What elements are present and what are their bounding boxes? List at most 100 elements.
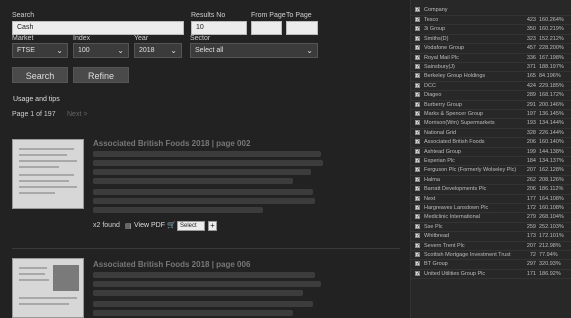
company-name[interactable]: Severn Trent Plc — [424, 242, 524, 250]
usage-tips-link[interactable]: Usage and tips — [13, 96, 60, 103]
company-checkbox[interactable]: ✓ — [415, 45, 420, 51]
company-checkbox[interactable]: ✓ — [415, 186, 420, 192]
company-checkbox[interactable]: ✓ — [415, 205, 420, 211]
company-row[interactable]: ✓ Marks & Spencer Group 197 136.145% — [411, 110, 571, 120]
company-name[interactable]: Mediclinic International — [424, 213, 524, 221]
result-title[interactable]: Associated British Foods 2018 | page 002 — [93, 139, 250, 148]
company-row[interactable]: ✓ Whitbread 173 172.101% — [411, 232, 571, 242]
company-row[interactable]: ✓ DCC 424 229.185% — [411, 82, 571, 92]
company-row[interactable]: ✓ Severn Trent Plc 207 212.98% — [411, 242, 571, 251]
company-row[interactable]: ✓ Experian Plc 184 134.137% — [411, 157, 571, 167]
company-name[interactable]: Smiths(D) — [424, 35, 524, 43]
result-thumbnail[interactable] — [12, 139, 84, 209]
company-name[interactable]: Whitbread — [424, 232, 524, 240]
company-checkbox[interactable]: ✓ — [415, 54, 420, 60]
search-button[interactable]: Search — [12, 67, 68, 83]
company-checkbox[interactable]: ✓ — [415, 176, 420, 182]
to-page-input[interactable] — [286, 21, 318, 35]
company-row[interactable]: ✓ Royal Mail Plc 336 167.198% — [411, 54, 571, 63]
result-title[interactable]: Associated British Foods 2018 | page 006 — [93, 260, 250, 269]
results-no-input[interactable]: 10 — [191, 21, 247, 35]
company-row[interactable]: ✓ Barratt Developments Plc 206 186.112% — [411, 185, 571, 195]
company-row[interactable]: ✓ Ashtead Group 199 144.138% — [411, 148, 571, 157]
company-name[interactable]: DCC — [424, 82, 524, 90]
company-checkbox[interactable]: ✓ — [415, 92, 420, 98]
company-name[interactable]: United Utilities Group Plc — [424, 270, 524, 278]
company-name[interactable]: Sainsbury(J) — [424, 63, 524, 71]
index-select[interactable]: 100 ⌄ — [73, 43, 129, 58]
company-name[interactable]: BT Group — [424, 260, 524, 268]
sector-select[interactable]: Select all ⌄ — [190, 43, 318, 58]
market-select[interactable]: FTSE ⌄ — [12, 43, 68, 58]
company-row[interactable]: ✓ Hargreaves Lansdown Plc 172 160.108% — [411, 204, 571, 214]
company-name[interactable]: Hargreaves Lansdown Plc — [424, 204, 524, 212]
company-checkbox[interactable]: ✓ — [415, 158, 420, 164]
company-checkbox[interactable]: ✓ — [415, 270, 420, 276]
company-row[interactable]: ✓ 3i Group 350 160.219% — [411, 25, 571, 35]
company-checkbox[interactable]: ✓ — [415, 148, 420, 154]
company-checkbox[interactable]: ✓ — [415, 261, 420, 267]
company-checkbox[interactable]: ✓ — [415, 26, 420, 32]
company-name[interactable]: Burberry Group — [424, 101, 524, 109]
company-name[interactable]: Sse Plc — [424, 223, 524, 231]
company-checkbox[interactable]: ✓ — [415, 223, 420, 229]
company-checkbox[interactable]: ✓ — [415, 242, 420, 248]
company-checkbox[interactable]: ✓ — [415, 129, 420, 135]
company-row[interactable]: ✓ Diageo 289 168.172% — [411, 91, 571, 101]
company-row[interactable]: ✓ Morrison(Wm) Supermarkets 193 134.144% — [411, 119, 571, 129]
result-thumbnail[interactable] — [12, 258, 84, 318]
company-checkbox[interactable]: ✓ — [415, 139, 420, 145]
company-name[interactable]: Tesco — [424, 16, 524, 24]
company-checkbox[interactable]: ✓ — [415, 214, 420, 220]
company-checkbox[interactable]: ✓ — [415, 35, 420, 41]
company-row[interactable]: ✓ Tesco 423 160.264% — [411, 16, 571, 26]
company-checkbox[interactable]: ✓ — [415, 120, 420, 126]
next-page-link[interactable]: Next > — [67, 111, 87, 118]
company-row[interactable]: ✓ National Grid 328 226.144% — [411, 129, 571, 139]
company-checkbox[interactable]: ✓ — [415, 195, 420, 201]
company-name[interactable]: Diageo — [424, 91, 524, 99]
view-pdf-link[interactable]: View PDF — [134, 222, 165, 229]
company-name[interactable]: National Grid — [424, 129, 524, 137]
company-name[interactable]: Morrison(Wm) Supermarkets — [424, 119, 524, 127]
search-input[interactable]: Cash — [12, 21, 184, 35]
company-name[interactable]: Associated British Foods — [424, 138, 524, 146]
company-name[interactable]: Berkeley Group Holdings — [424, 72, 524, 80]
company-checkbox[interactable]: ✓ — [415, 82, 420, 88]
company-checkbox[interactable]: ✓ — [415, 111, 420, 117]
company-checkbox[interactable]: ✓ — [415, 64, 420, 70]
add-button[interactable]: + — [208, 221, 217, 231]
company-row[interactable]: ✓ Mediclinic International 279 268.104% — [411, 213, 571, 223]
select-all-checkbox[interactable]: ✓ — [415, 7, 420, 13]
company-checkbox[interactable]: ✓ — [415, 252, 420, 258]
company-name[interactable]: Ashtead Group — [424, 148, 524, 156]
company-name[interactable]: Vodafone Group — [424, 44, 524, 52]
company-row[interactable]: ✓ Vodafone Group 457 228.200% — [411, 44, 571, 54]
company-row[interactable]: ✓ BT Group 297 320.93% — [411, 260, 571, 270]
company-checkbox[interactable]: ✓ — [415, 167, 420, 173]
company-row[interactable]: ✓ Burberry Group 291 200.146% — [411, 101, 571, 110]
refine-button[interactable]: Refine — [73, 67, 129, 83]
company-row[interactable]: ✓ Associated British Foods 206 160.140% — [411, 138, 571, 148]
company-row[interactable]: ✓ Halma 262 208.126% — [411, 176, 571, 186]
company-checkbox[interactable]: ✓ — [415, 73, 420, 79]
company-name[interactable]: Marks & Spencer Group — [424, 110, 524, 118]
company-row[interactable]: ✓ Sainsbury(J) 371 188.197% — [411, 63, 571, 73]
company-row[interactable]: ✓ Next 177 164.108% — [411, 195, 571, 204]
company-name[interactable]: Experian Plc — [424, 157, 524, 165]
year-select[interactable]: 2018 ⌄ — [134, 43, 182, 58]
company-row[interactable]: ✓ Ferguson Plc (Formerly Wolseley Plc) 207… — [411, 166, 571, 176]
company-name[interactable]: Ferguson Plc (Formerly Wolseley Plc) — [424, 166, 524, 174]
company-row[interactable]: ✓ United Utilities Group Plc 171 186.92% — [411, 270, 571, 280]
company-checkbox[interactable]: ✓ — [415, 17, 420, 23]
company-name[interactable]: Halma — [424, 176, 524, 184]
select-dropdown[interactable]: Select — [177, 221, 205, 231]
from-page-input[interactable] — [251, 21, 282, 35]
company-name[interactable]: Barratt Developments Plc — [424, 185, 524, 193]
company-name[interactable]: 3i Group — [424, 25, 524, 33]
company-checkbox[interactable]: ✓ — [415, 233, 420, 239]
company-name[interactable]: Royal Mail Plc — [424, 54, 524, 62]
company-row[interactable]: ✓ Sse Plc 259 252.103% — [411, 223, 571, 233]
company-name[interactable]: Next — [424, 195, 524, 203]
company-checkbox[interactable]: ✓ — [415, 101, 420, 107]
